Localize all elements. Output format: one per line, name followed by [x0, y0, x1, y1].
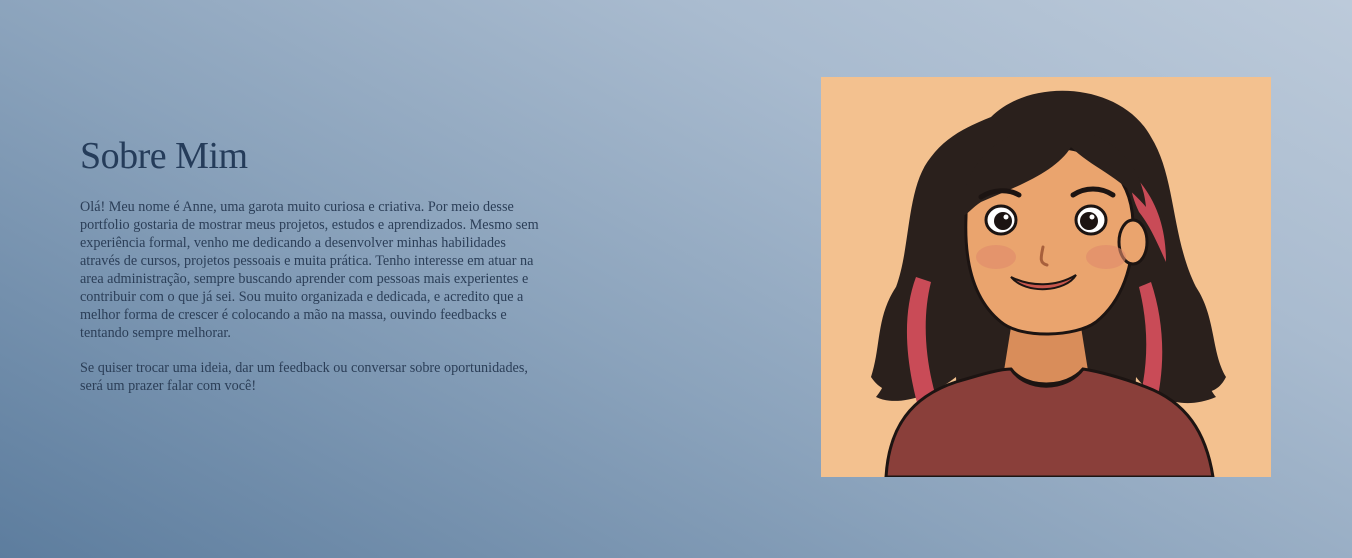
about-paragraph: Olá! Meu nome é Anne, uma garota muito c…	[80, 199, 539, 341]
about-text: Sobre Mim Olá! Meu nome é Anne, uma garo…	[80, 134, 540, 412]
contact-invite-paragraph: Se quiser trocar uma ideia, dar um feedb…	[80, 360, 528, 394]
avatar-illustration	[821, 77, 1271, 477]
page-title: Sobre Mim	[80, 135, 248, 177]
profile-portrait	[821, 77, 1271, 477]
about-section: Sobre Mim Olá! Meu nome é Anne, uma garo…	[0, 0, 1352, 558]
